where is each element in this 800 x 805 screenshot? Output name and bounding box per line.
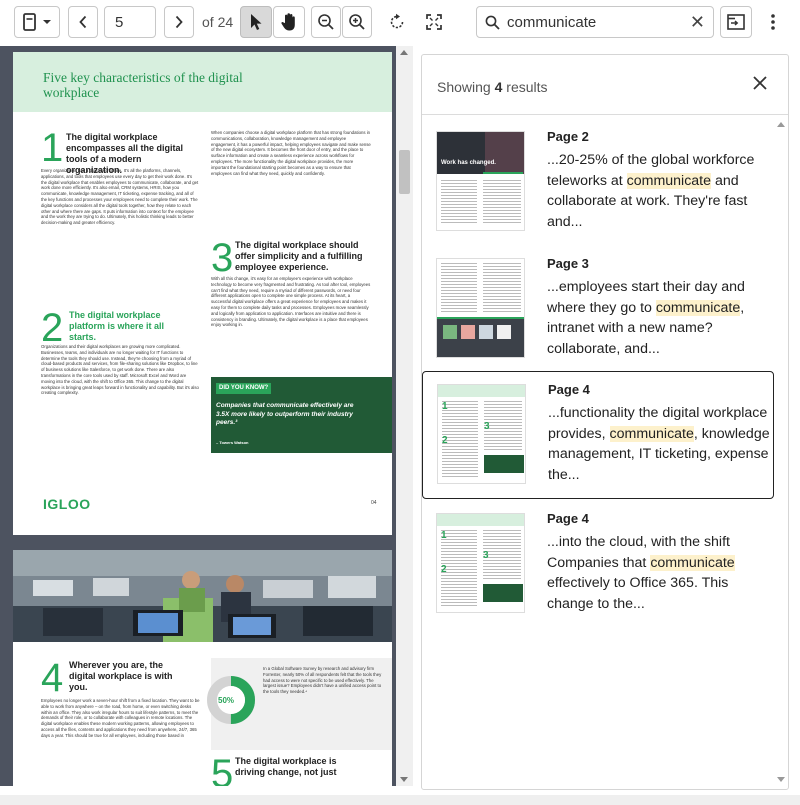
fullscreen-icon (426, 14, 442, 30)
bottom-edge (0, 795, 800, 805)
section-number: 5 (211, 752, 234, 786)
more-options-button[interactable] (758, 6, 788, 38)
zoom-in-icon (349, 14, 365, 30)
scroll-up-icon[interactable] (777, 122, 785, 127)
select-tool-button[interactable] (240, 6, 272, 38)
document-page: 4 Wherever you are, the digital workplac… (13, 550, 392, 786)
search-field[interactable]: ✕ (476, 6, 714, 38)
previous-page-button[interactable] (68, 6, 98, 38)
fit-page-button[interactable] (418, 6, 450, 38)
search-result-item[interactable]: Page 3 ...employees start their day and … (422, 246, 774, 374)
page-number-input[interactable] (104, 6, 156, 38)
result-page-label: Page 4 (548, 382, 590, 397)
results-scrollbar[interactable] (774, 116, 788, 789)
result-page-label: Page 4 (547, 511, 589, 526)
result-thumbnail: 1 2 3 (437, 384, 526, 484)
chevron-left-icon (79, 15, 87, 29)
chevron-right-icon (175, 15, 183, 29)
section-number: 4 (41, 656, 64, 700)
caret-down-icon (43, 20, 51, 24)
rotate-icon (390, 13, 404, 29)
search-match-highlight: communicate (626, 172, 712, 189)
callout-tag: DID YOU KNOW? (216, 383, 272, 394)
section-title: The digital workplace is driving change,… (235, 756, 337, 777)
result-page-label: Page 3 (547, 256, 589, 271)
page-heading: Five key characteristics of the digital … (43, 70, 243, 100)
search-result-item[interactable]: 1 2 3 Page 4 ...into the cloud, with the… (422, 501, 774, 629)
stat-body: In a Global Software Survey by research … (263, 666, 382, 695)
pan-tool-button[interactable] (273, 6, 305, 38)
section-title: Wherever you are, the digital workplace … (69, 660, 173, 692)
igloo-logo: IGLOO (43, 496, 91, 512)
section-title: The digital workplace should offer simpl… (235, 240, 363, 272)
section-body: Employees no longer work a seven-hour sh… (41, 698, 200, 738)
results-count-label: Showing 4 results (437, 79, 548, 95)
result-snippet: ...functionality the digital workplace p… (548, 405, 770, 483)
rotate-button[interactable] (382, 6, 412, 38)
zoom-in-button[interactable] (342, 6, 372, 38)
page-count-label: of 24 (202, 14, 234, 30)
result-snippet: ...20-25% of the global workforce telewo… (547, 152, 755, 230)
section-title: The digital workplace platform is where … (69, 310, 165, 342)
did-you-know-callout: DID YOU KNOW? Companies that communicate… (211, 377, 392, 453)
scroll-down-icon[interactable] (777, 777, 785, 782)
section-number: 2 (41, 306, 64, 350)
printed-page-number: 04 (371, 500, 377, 506)
search-result-item[interactable]: Work has changed. Page 2 ...20-25% of th… (422, 119, 774, 247)
search-result-item-selected[interactable]: 1 2 3 Page 4 ...functionality the digita… (422, 371, 774, 499)
document-viewer[interactable]: Five key characteristics of the digital … (0, 46, 413, 786)
callout-quote: Companies that communicate effectively a… (216, 402, 354, 426)
scroll-down-icon[interactable] (400, 777, 408, 782)
clear-search-icon[interactable]: ✕ (690, 13, 705, 31)
office-photo-art (13, 550, 392, 642)
zoom-out-icon (318, 14, 334, 30)
page-header-band: Five key characteristics of the digital … (13, 52, 392, 112)
result-snippet: ...employees start their day and where t… (547, 279, 745, 357)
viewer-scrollbar[interactable] (396, 46, 413, 786)
hand-icon (281, 13, 295, 31)
sidebar-toggle-dropdown[interactable] (14, 6, 60, 38)
search-input[interactable] (507, 11, 677, 33)
thumbnail-banner: Work has changed. (441, 160, 496, 166)
search-match-highlight: communicate (609, 425, 694, 442)
section-number: 1 (41, 126, 64, 170)
result-page-label: Page 2 (547, 129, 589, 144)
zoom-out-button[interactable] (311, 6, 341, 38)
next-page-button[interactable] (164, 6, 194, 38)
result-thumbnail: 1 2 3 (436, 513, 525, 613)
search-match-highlight: communicate (655, 299, 741, 316)
section-body: When companies choose a digital workplac… (211, 130, 371, 176)
sidebar-icon (23, 13, 51, 31)
results-header: Showing 4 results (422, 55, 788, 115)
result-thumbnail: Work has changed. (436, 131, 525, 231)
search-results-panel: Showing 4 results Work has changed. Page… (421, 54, 789, 790)
panel-toggle-icon (727, 14, 745, 30)
scrollbar-thumb[interactable] (399, 150, 410, 194)
toggle-results-panel-button[interactable] (720, 6, 752, 38)
section-body: Every organization has a digital workpla… (41, 168, 199, 226)
callout-source: – Towers Watson (216, 440, 249, 445)
section-body: With all this change, it's easy for an e… (211, 276, 371, 328)
office-photo (13, 550, 392, 642)
section-body: Organizations and their digital workplac… (41, 344, 199, 396)
stat-callout: 50% In a Global Software Survey by resea… (207, 658, 392, 750)
cursor-arrow-icon (251, 14, 262, 30)
document-page: Five key characteristics of the digital … (13, 52, 392, 535)
close-icon[interactable] (752, 75, 768, 91)
search-icon (485, 15, 500, 30)
result-snippet: ...into the cloud, with the shift Compan… (547, 534, 735, 612)
kebab-menu-icon (771, 14, 775, 30)
search-match-highlight: communicate (650, 554, 735, 571)
section-number: 3 (211, 236, 234, 280)
scroll-up-icon[interactable] (400, 50, 408, 55)
toolbar: of 24 ✕ (0, 0, 800, 44)
stat-value: 50% (218, 696, 235, 705)
result-thumbnail (436, 258, 525, 358)
